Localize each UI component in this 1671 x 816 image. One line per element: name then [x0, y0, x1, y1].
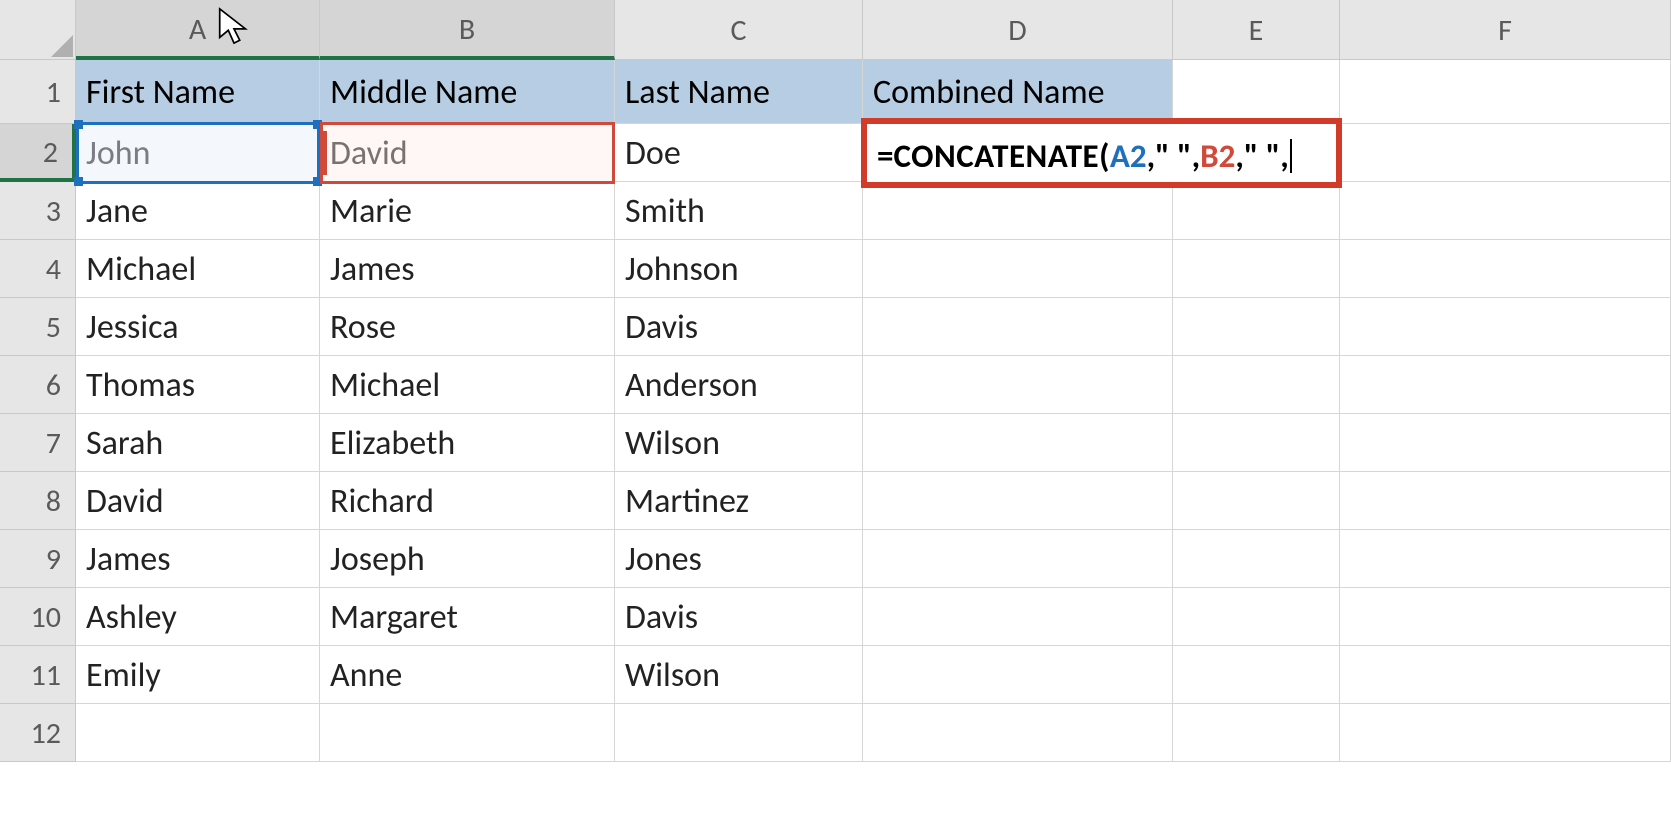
formula-ref-A2: A2	[1110, 136, 1147, 176]
select-all-corner[interactable]	[0, 0, 76, 60]
cell-B6[interactable]: Michael	[320, 356, 615, 414]
cell-F11[interactable]	[1340, 646, 1671, 704]
cell-C5[interactable]: Davis	[615, 298, 863, 356]
cell-D10[interactable]	[863, 588, 1173, 646]
cell-F2[interactable]	[1340, 124, 1671, 182]
row-header-7[interactable]: 7	[0, 414, 76, 472]
cell-C4[interactable]: Johnson	[615, 240, 863, 298]
cell-D4[interactable]	[863, 240, 1173, 298]
cell-C3[interactable]: Smith	[615, 182, 863, 240]
formula-ref-B2: B2	[1200, 136, 1235, 176]
text-caret-icon	[1290, 139, 1292, 173]
cell-E5[interactable]	[1173, 298, 1340, 356]
cell-A11[interactable]: Emily	[76, 646, 320, 704]
row-header-2[interactable]: 2	[0, 124, 76, 182]
row-header-12[interactable]: 12	[0, 704, 76, 762]
col-header-F[interactable]: F	[1340, 0, 1671, 60]
cell-B12[interactable]	[320, 704, 615, 762]
cell-C6[interactable]: Anderson	[615, 356, 863, 414]
cell-D8[interactable]	[863, 472, 1173, 530]
row-header-3[interactable]: 3	[0, 182, 76, 240]
cell-E12[interactable]	[1173, 704, 1340, 762]
row-header-5[interactable]: 5	[0, 298, 76, 356]
formula-equals: =	[877, 136, 893, 176]
cell-B11[interactable]: Anne	[320, 646, 615, 704]
cell-C9[interactable]: Jones	[615, 530, 863, 588]
cell-C8[interactable]: Martinez	[615, 472, 863, 530]
cell-D11[interactable]	[863, 646, 1173, 704]
cell-A6[interactable]: Thomas	[76, 356, 320, 414]
cell-F6[interactable]	[1340, 356, 1671, 414]
cell-A3[interactable]: Jane	[76, 182, 320, 240]
cell-F7[interactable]	[1340, 414, 1671, 472]
cell-C12[interactable]	[615, 704, 863, 762]
cell-C10[interactable]: Davis	[615, 588, 863, 646]
cell-D9[interactable]	[863, 530, 1173, 588]
col-header-B[interactable]: B	[320, 0, 615, 60]
cell-A10[interactable]: Ashley	[76, 588, 320, 646]
cell-E3[interactable]	[1173, 182, 1340, 240]
formula-function: CONCATENATE(	[893, 136, 1109, 176]
cell-B2[interactable]: David	[320, 124, 615, 182]
cell-D3[interactable]	[863, 182, 1173, 240]
cell-E6[interactable]	[1173, 356, 1340, 414]
formula-edit-overlay[interactable]: = CONCATENATE( A2 ," ", B2 ," ",	[861, 118, 1342, 188]
col-header-D[interactable]: D	[863, 0, 1173, 60]
cell-A8[interactable]: David	[76, 472, 320, 530]
cell-F12[interactable]	[1340, 704, 1671, 762]
cell-E7[interactable]	[1173, 414, 1340, 472]
cell-B10[interactable]: Margaret	[320, 588, 615, 646]
row-header-11[interactable]: 11	[0, 646, 76, 704]
cell-E1[interactable]	[1173, 60, 1340, 124]
cell-F9[interactable]	[1340, 530, 1671, 588]
cell-E10[interactable]	[1173, 588, 1340, 646]
cell-C7[interactable]: Wilson	[615, 414, 863, 472]
col-header-A[interactable]: A	[76, 0, 320, 60]
formula-sep2: ," ",	[1235, 136, 1288, 176]
select-all-icon	[51, 35, 73, 57]
cell-F4[interactable]	[1340, 240, 1671, 298]
cell-E11[interactable]	[1173, 646, 1340, 704]
cell-D5[interactable]	[863, 298, 1173, 356]
row-header-6[interactable]: 6	[0, 356, 76, 414]
cell-C11[interactable]: Wilson	[615, 646, 863, 704]
cell-B8[interactable]: Richard	[320, 472, 615, 530]
row-header-1[interactable]: 1	[0, 60, 76, 124]
table-header-first-name[interactable]: First Name	[76, 60, 320, 124]
table-header-middle-name[interactable]: Middle Name	[320, 60, 615, 124]
row-header-4[interactable]: 4	[0, 240, 76, 298]
col-header-C[interactable]: C	[615, 0, 863, 60]
formula-sep1: ," ",	[1147, 136, 1200, 176]
cell-D6[interactable]	[863, 356, 1173, 414]
cell-E9[interactable]	[1173, 530, 1340, 588]
cell-C2[interactable]: Doe	[615, 124, 863, 182]
cell-D12[interactable]	[863, 704, 1173, 762]
cell-F1[interactable]	[1340, 60, 1671, 124]
table-header-last-name[interactable]: Last Name	[615, 60, 863, 124]
cell-F5[interactable]	[1340, 298, 1671, 356]
cell-B4[interactable]: James	[320, 240, 615, 298]
cell-B3[interactable]: Marie	[320, 182, 615, 240]
cell-F10[interactable]	[1340, 588, 1671, 646]
cell-A4[interactable]: Michael	[76, 240, 320, 298]
cell-B7[interactable]: Elizabeth	[320, 414, 615, 472]
cell-F8[interactable]	[1340, 472, 1671, 530]
table-header-combined-name[interactable]: Combined Name	[863, 60, 1173, 124]
cell-E8[interactable]	[1173, 472, 1340, 530]
cell-A2[interactable]: John	[76, 124, 320, 182]
cell-F3[interactable]	[1340, 182, 1671, 240]
cell-B9[interactable]: Joseph	[320, 530, 615, 588]
cell-A9[interactable]: James	[76, 530, 320, 588]
cell-D7[interactable]	[863, 414, 1173, 472]
cell-A12[interactable]	[76, 704, 320, 762]
cell-A7[interactable]: Sarah	[76, 414, 320, 472]
cell-E4[interactable]	[1173, 240, 1340, 298]
spreadsheet-grid[interactable]: A B C D E F 1 2 3 4 5 6 7 8 9 10 11 12 F…	[0, 0, 1671, 816]
row-header-8[interactable]: 8	[0, 472, 76, 530]
cell-A5[interactable]: Jessica	[76, 298, 320, 356]
row-header-10[interactable]: 10	[0, 588, 76, 646]
col-header-E[interactable]: E	[1173, 0, 1340, 60]
row-header-9[interactable]: 9	[0, 530, 76, 588]
cell-B5[interactable]: Rose	[320, 298, 615, 356]
